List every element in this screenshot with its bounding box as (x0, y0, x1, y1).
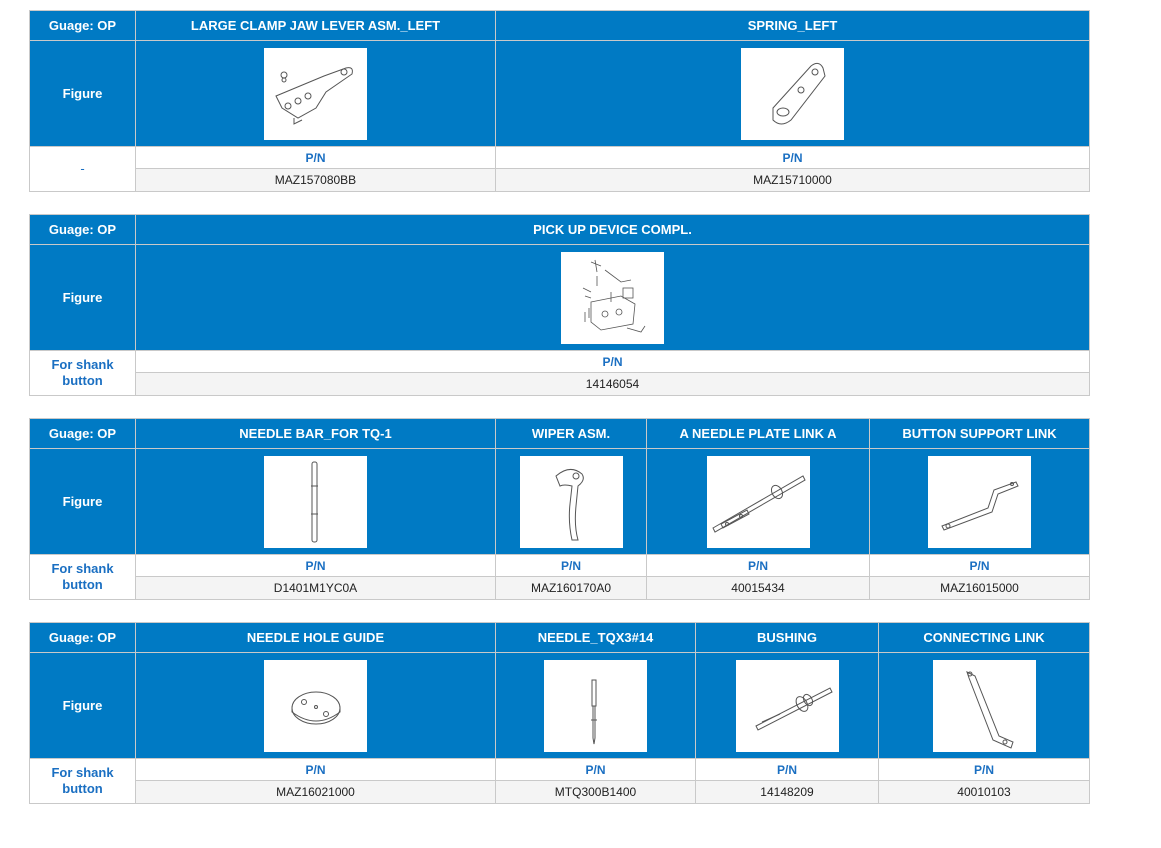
clamp-jaw-lever-icon[interactable] (264, 47, 367, 140)
pn-value: 14146054 (135, 372, 1090, 396)
parts-table-3: Guage: OP NEEDLE BAR_FOR TQ-1 WIPER ASM.… (29, 418, 1090, 600)
part-name: A NEEDLE PLATE LINK A (646, 418, 870, 449)
part-figure-cell (135, 244, 1090, 351)
needle-icon[interactable] (544, 659, 647, 752)
part-name: PICK UP DEVICE COMPL. (135, 214, 1090, 245)
figure-label: Figure (29, 448, 136, 555)
part-figure-cell (495, 448, 647, 555)
pn-label: P/N (646, 554, 870, 577)
part-figure-cell (495, 40, 1090, 147)
support-link-icon[interactable] (928, 455, 1031, 548)
pn-label: P/N (135, 758, 496, 781)
pn-value: MTQ300B1400 (495, 780, 696, 804)
pn-value: 14148209 (695, 780, 879, 804)
parts-table-2: Guage: OP PICK UP DEVICE COMPL. Figure F… (29, 214, 1090, 396)
part-name: NEEDLE BAR_FOR TQ-1 (135, 418, 496, 449)
side-note: - (29, 146, 136, 192)
part-name: BUSHING (695, 622, 879, 653)
gauge-label: Guage: OP (29, 622, 136, 653)
part-figure-cell (135, 652, 496, 759)
needle-plate-link-icon[interactable] (706, 455, 810, 548)
pn-label: P/N (695, 758, 879, 781)
bushing-icon[interactable] (735, 659, 839, 752)
pn-value: 40010103 (878, 780, 1090, 804)
wiper-icon[interactable] (519, 455, 623, 548)
pn-label: P/N (135, 350, 1090, 373)
spring-plate-icon[interactable] (741, 47, 844, 140)
pn-value: MAZ16015000 (869, 576, 1090, 600)
gauge-label: Guage: OP (29, 418, 136, 449)
part-name: NEEDLE_TQX3#14 (495, 622, 696, 653)
pn-label: P/N (869, 554, 1090, 577)
part-figure-cell (495, 652, 696, 759)
part-name: LARGE CLAMP JAW LEVER ASM._LEFT (135, 10, 496, 41)
pn-value: MAZ157080BB (135, 168, 496, 192)
pn-label: P/N (878, 758, 1090, 781)
pick-up-device-icon[interactable] (561, 251, 664, 344)
part-figure-cell (646, 448, 870, 555)
pn-label: P/N (495, 146, 1090, 169)
part-name: WIPER ASM. (495, 418, 647, 449)
needle-hole-guide-icon[interactable] (264, 659, 367, 752)
parts-table-4: Guage: OP NEEDLE HOLE GUIDE NEEDLE_TQX3#… (29, 622, 1090, 804)
pn-value: D1401M1YC0A (135, 576, 496, 600)
part-name: SPRING_LEFT (495, 10, 1090, 41)
part-figure-cell (135, 40, 496, 147)
part-figure-cell (695, 652, 879, 759)
pn-label: P/N (135, 554, 496, 577)
gauge-label: Guage: OP (29, 214, 136, 245)
side-note: For shank button (29, 350, 136, 396)
figure-label: Figure (29, 40, 136, 147)
part-figure-cell (878, 652, 1090, 759)
part-name: NEEDLE HOLE GUIDE (135, 622, 496, 653)
gauge-label: Guage: OP (29, 10, 136, 41)
pn-value: MAZ15710000 (495, 168, 1090, 192)
needle-bar-icon[interactable] (264, 455, 367, 548)
pn-value: MAZ16021000 (135, 780, 496, 804)
figure-label: Figure (29, 652, 136, 759)
part-name: BUTTON SUPPORT LINK (869, 418, 1090, 449)
pn-label: P/N (495, 554, 647, 577)
figure-label: Figure (29, 244, 136, 351)
pn-value: MAZ160170A0 (495, 576, 647, 600)
part-name: CONNECTING LINK (878, 622, 1090, 653)
part-figure-cell (869, 448, 1090, 555)
parts-table-1: Guage: OP LARGE CLAMP JAW LEVER ASM._LEF… (29, 10, 1090, 192)
part-figure-cell (135, 448, 496, 555)
side-note: For shank button (29, 758, 136, 804)
connecting-link-icon[interactable] (932, 659, 1036, 752)
pn-label: P/N (135, 146, 496, 169)
side-note: For shank button (29, 554, 136, 600)
pn-label: P/N (495, 758, 696, 781)
pn-value: 40015434 (646, 576, 870, 600)
